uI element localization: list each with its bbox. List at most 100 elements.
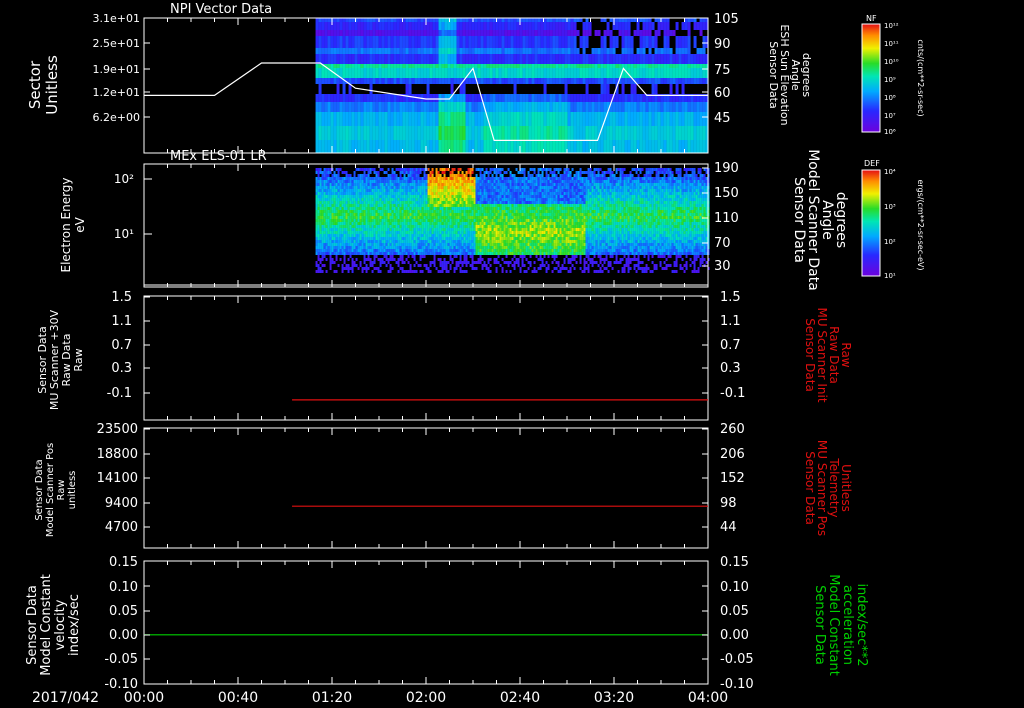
heatmap-cell [504,54,508,64]
heatmap-cell [455,192,458,195]
heatmap-cell [360,36,364,48]
heatmap-cell [477,222,480,225]
heatmap-cell [483,195,486,198]
heatmap-cell [630,94,634,102]
heatmap-cell [426,36,430,48]
heatmap-cell [329,234,332,237]
heatmap-cell [321,243,324,246]
heatmap-cell [463,249,466,252]
heatmap-cell [429,180,432,183]
heatmap-cell [384,112,388,126]
heatmap-cell [363,243,366,246]
heatmap-cell [519,30,523,36]
heatmap-cell [642,68,646,78]
heatmap-cell [341,186,344,189]
heatmap-cell [378,94,382,102]
heatmap-cell [337,231,340,234]
heatmap-cell [681,112,685,126]
heatmap-cell [449,225,452,228]
heatmap-cell [401,189,404,192]
heatmap-cell [660,112,664,126]
heatmap-cell [684,78,688,84]
heatmap-cell [333,102,337,112]
heatmap-cell [401,210,404,213]
heatmap-cell [345,22,349,30]
heatmap-cell [353,252,356,255]
heatmap-cell [561,94,565,102]
heatmap-cell [447,186,450,189]
y2-tick-label: 45 [714,111,731,126]
heatmap-cell [339,168,342,171]
heatmap-cell [324,48,328,54]
heatmap-cell [351,189,354,192]
heatmap-cell [357,198,360,201]
heatmap-cell [395,225,398,228]
heatmap-cell [417,210,420,213]
heatmap-cell [417,237,420,240]
heatmap-cell [443,234,446,237]
heatmap-cell [409,237,412,240]
heatmap-cell [549,18,553,22]
heatmap-cell [403,240,406,243]
heatmap-cell [491,231,494,234]
heatmap-cell [503,249,506,252]
heatmap-cell [603,94,607,102]
heatmap-cell [534,54,538,64]
heatmap-cell [378,126,382,140]
heatmap-cell [343,258,346,261]
heatmap-cell [493,177,496,180]
heatmap-cell [505,222,508,225]
heatmap-cell [408,84,412,94]
heatmap-cell [439,201,442,204]
heatmap-cell [345,126,349,140]
heatmap-cell [319,180,322,183]
heatmap-cell [347,225,350,228]
heatmap-cell [561,54,565,64]
heatmap-cell [421,243,424,246]
heatmap-cell [411,30,415,36]
heatmap-cell [660,78,664,84]
heatmap-cell [444,94,448,102]
heatmap-cell [457,168,460,171]
heatmap-cell [325,249,328,252]
heatmap-cell [399,222,402,225]
heatmap-cell [330,94,334,102]
heatmap-cell [509,225,512,228]
heatmap-cell [373,249,376,252]
heatmap-cell [419,171,422,174]
heatmap-cell [403,174,406,177]
heatmap-cell [699,140,703,153]
heatmap-cell [389,270,392,273]
heatmap-cell [325,231,328,234]
heatmap-cell [612,48,616,54]
heatmap-cell [507,36,511,48]
heatmap-cell [433,261,436,264]
heatmap-cell [347,252,350,255]
heatmap-cell [481,231,484,234]
heatmap-cell [369,192,372,195]
heatmap-cell [447,177,450,180]
heatmap-cell [327,246,330,249]
heatmap-cell [363,22,367,30]
panel-title-npi: NPI Vector Data [170,2,272,17]
heatmap-cell [401,267,404,270]
heatmap-cell [411,246,414,249]
heatmap-cell [501,94,505,102]
heatmap-cell [618,126,622,140]
heatmap-cell [426,30,430,36]
heatmap-cell [385,252,388,255]
heatmap-cell [333,177,336,180]
heatmap-cell [327,18,331,22]
heatmap-cell [483,249,486,252]
heatmap-cell [669,54,673,64]
heatmap-cell [455,216,458,219]
heatmap-cell [513,22,517,30]
heatmap-cell [433,237,436,240]
heatmap-cell [429,195,432,198]
heatmap-cell [405,237,408,240]
heatmap-cell [355,252,358,255]
heatmap-cell [486,126,490,140]
heatmap-cell [347,243,350,246]
heatmap-cell [481,168,484,171]
heatmap-cell [329,183,332,186]
